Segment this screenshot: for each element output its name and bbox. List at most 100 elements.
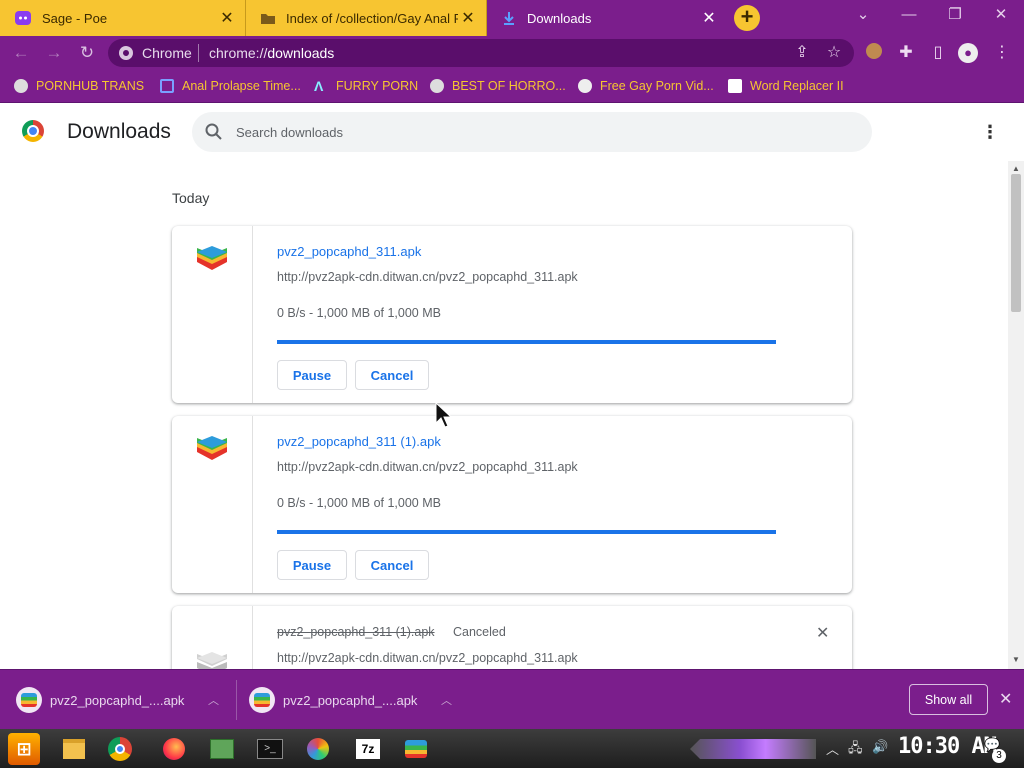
shelf-file-name: pvz2_popcaphd_....apk [50, 692, 185, 708]
file-name-canceled: pvz2_popcaphd_311 (1).apk [277, 625, 435, 639]
search-box[interactable] [192, 112, 872, 152]
bookmark-item[interactable]: Λ FURRY PORN [314, 78, 418, 94]
tab-strip: Sage - Poe ✕ Index of /collection/Gay An… [0, 0, 1024, 36]
scroll-down-icon[interactable]: ▼ [1012, 655, 1020, 664]
shelf-item[interactable]: pvz2_popcaphd_....apk ︿ [16, 670, 219, 730]
close-icon[interactable]: ✕ [458, 8, 478, 28]
apk-file-icon [16, 687, 42, 713]
tab-index-collection[interactable]: Index of /collection/Gay Anal P ✕ [246, 0, 487, 36]
poe-icon [15, 11, 31, 25]
progress-fill [277, 530, 776, 534]
bookmark-label: Anal Prolapse Time... [182, 79, 301, 93]
apk-file-icon-grey [197, 652, 227, 669]
decorative-taskbar-strip [690, 739, 816, 759]
folder-icon [261, 14, 275, 24]
reload-icon[interactable]: ↻ [76, 42, 98, 64]
side-panel-icon[interactable]: ▯ [928, 43, 948, 63]
cancel-button[interactable]: Cancel [355, 360, 429, 390]
file-name-link[interactable]: pvz2_popcaphd_311 (1).apk [277, 434, 441, 449]
bookmark-label: Word Replacer II [750, 79, 844, 93]
bookmark-item[interactable]: Anal Prolapse Time... [160, 78, 301, 94]
chevron-up-icon[interactable]: ︿ [441, 692, 452, 708]
file-url-link[interactable]: http://pvz2apk-cdn.ditwan.cn/pvz2_popcap… [277, 270, 578, 284]
start-button[interactable]: ⊞ [8, 733, 40, 765]
app-window-icon[interactable] [206, 734, 238, 764]
chevron-up-icon[interactable]: ︿ [208, 692, 219, 708]
more-actions-icon[interactable]: ⋮ [980, 119, 1000, 145]
lambda-icon: Λ [314, 78, 324, 94]
bluestacks-taskbar-icon[interactable] [400, 734, 432, 764]
download-icon [504, 12, 514, 25]
bookmark-label: FURRY PORN [336, 79, 419, 93]
file-name-link[interactable]: pvz2_popcaphd_311.apk [277, 244, 421, 259]
file-url-link[interactable]: http://pvz2apk-cdn.ditwan.cn/pvz2_popcap… [277, 651, 578, 665]
tab-sage-poe[interactable]: Sage - Poe ✕ [0, 0, 246, 36]
cancel-button[interactable]: Cancel [355, 550, 429, 580]
new-tab-button[interactable]: + [734, 5, 760, 31]
tab-search-chevron-icon[interactable]: ⌄ [840, 0, 886, 30]
show-all-button[interactable]: Show all [909, 684, 988, 715]
search-icon [205, 123, 222, 140]
7zip-icon[interactable]: 7z [352, 734, 384, 764]
close-window-button[interactable]: ✕ [978, 0, 1024, 30]
share-icon[interactable]: ⇪ [792, 43, 812, 63]
page-title: Downloads [67, 120, 171, 143]
bookmark-item[interactable]: Word Replacer II [728, 78, 844, 94]
tab-title: Index of /collection/Gay Anal P [286, 10, 458, 26]
back-arrow-icon[interactable]: ← [10, 42, 32, 64]
terminal-icon[interactable]: >_ [254, 734, 286, 764]
bookmark-star-icon[interactable]: ☆ [824, 43, 844, 63]
tab-title: Downloads [527, 10, 592, 26]
taskbar-clock[interactable]: 10:30 AM [898, 734, 997, 759]
bookmark-item[interactable]: PORNHUB TRANS [14, 78, 144, 94]
pause-button[interactable]: Pause [277, 550, 347, 580]
bookmark-label: Free Gay Porn Vid... [600, 79, 714, 93]
taskbar: ⊞ >_ 7z ︿ 🖧 🔊 10:30 AM 💬 3 [0, 729, 1024, 768]
icon-column [172, 416, 253, 593]
profile-avatar-icon[interactable]: ● [958, 43, 978, 63]
page-scrollbar[interactable]: ▲ ▼ [1008, 161, 1024, 669]
restore-button[interactable]: ❐ [932, 0, 978, 30]
downloads-header: Downloads ⋮ [0, 103, 1024, 161]
bookmark-label: PORNHUB TRANS [36, 79, 145, 93]
url-host: downloads [267, 45, 335, 61]
remove-from-list-close-icon[interactable]: ✕ [816, 623, 829, 643]
bookmark-item[interactable]: Free Gay Porn Vid... [578, 78, 714, 94]
wr-icon [728, 79, 742, 93]
scroll-up-icon[interactable]: ▲ [1012, 164, 1020, 173]
firefox-icon[interactable] [158, 734, 190, 764]
shelf-item[interactable]: pvz2_popcaphd_....apk ︿ [249, 670, 452, 730]
close-icon[interactable]: ✕ [699, 8, 719, 28]
menu-kebab-icon[interactable]: ⋮ [992, 43, 1012, 63]
volume-icon[interactable]: 🔊 [872, 739, 888, 755]
tray-overflow-chevron-icon[interactable]: ︿ [826, 739, 839, 758]
mouse-cursor-icon [435, 402, 453, 428]
pause-button[interactable]: Pause [277, 360, 347, 390]
file-url-link[interactable]: http://pvz2apk-cdn.ditwan.cn/pvz2_popcap… [277, 460, 578, 474]
download-shelf: pvz2_popcaphd_....apk ︿ pvz2_popcaphd_..… [0, 669, 1024, 730]
bookmark-item[interactable]: BEST OF HORRO... [430, 78, 566, 94]
extensions-puzzle-icon[interactable]: ✚ [896, 43, 916, 63]
downloads-list: Today pvz2_popcaphd_311.apk http://pvz2a… [0, 161, 1008, 669]
toolbar: ← → ↻ Chrome chrome://downloads ⇪ ☆ ✚ ▯ … [0, 36, 1024, 70]
extension-avatar-icon[interactable] [864, 43, 884, 63]
icon-column [172, 606, 253, 669]
forward-arrow-icon[interactable]: → [43, 42, 65, 64]
close-shelf-icon[interactable]: ✕ [999, 689, 1012, 709]
close-icon[interactable]: ✕ [217, 8, 237, 28]
paint-palette-icon[interactable] [302, 734, 334, 764]
canceled-badge: Canceled [453, 625, 506, 639]
tab-downloads[interactable]: Downloads ✕ [487, 0, 727, 36]
date-heading: Today [172, 190, 210, 206]
globe-icon [14, 79, 28, 93]
search-input[interactable] [236, 112, 836, 152]
address-bar[interactable]: Chrome chrome://downloads ⇪ ☆ [108, 39, 854, 67]
minimize-button[interactable]: — [886, 0, 932, 30]
chrome-taskbar-icon[interactable] [104, 734, 136, 764]
file-explorer-icon[interactable] [58, 734, 90, 764]
scrollbar-thumb[interactable] [1011, 174, 1021, 312]
network-icon[interactable]: 🖧 [848, 739, 863, 761]
site-chip: Chrome [142, 45, 192, 61]
bookmark-label: BEST OF HORRO... [452, 79, 566, 93]
shelf-file-name: pvz2_popcaphd_....apk [283, 692, 418, 708]
